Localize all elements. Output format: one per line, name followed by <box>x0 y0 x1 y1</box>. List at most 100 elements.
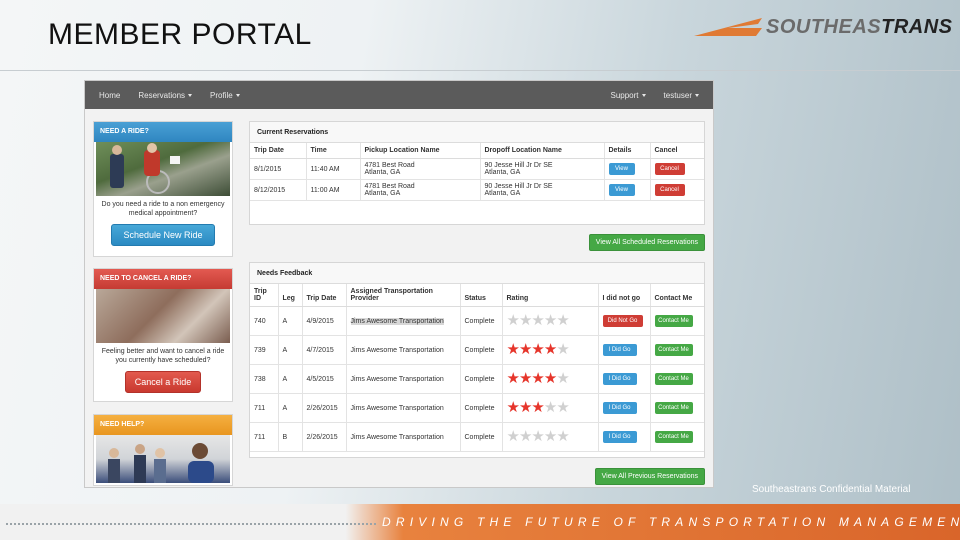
dropoff-address: 90 Jesse Hill Jr Dr SE <box>484 183 553 190</box>
star-icon[interactable]: ★ <box>531 399 544 416</box>
nav-support[interactable]: Support <box>611 91 646 100</box>
schedule-new-ride-button[interactable]: Schedule New Ride <box>111 224 215 246</box>
star-icon[interactable]: ★ <box>556 312 569 329</box>
star-rating[interactable]: ★★★★★ <box>507 341 570 358</box>
contact-cell: Contact Me <box>649 335 704 365</box>
i-did-go-button[interactable]: I Did Go <box>602 431 637 443</box>
view-button[interactable]: View <box>608 163 635 175</box>
footer-tagline: DRIVING THE FUTURE OF TRANSPORTATION MAN… <box>382 515 960 529</box>
provider-cell: Jims Awesome Transportation <box>345 364 460 394</box>
dropoff-cell: 90 Jesse Hill Jr Dr SE Atlanta, GA <box>479 179 604 201</box>
i-did-go-button[interactable]: I Did Go <box>602 344 637 356</box>
provider-cell: Jims Awesome Transportation <box>345 306 460 336</box>
pickup-city: Atlanta, GA <box>364 190 401 197</box>
status-cell: Complete <box>459 335 502 365</box>
star-icon[interactable]: ★ <box>531 341 544 358</box>
view-all-previous-button[interactable]: View All Previous Reservations <box>594 468 705 485</box>
chevron-down-icon <box>641 93 646 97</box>
contact-cell: Contact Me <box>649 364 704 394</box>
details-cell: View <box>603 179 650 201</box>
cancel-ride-text: Feeling better and want to cancel a ride… <box>101 348 225 364</box>
nav-user-menu[interactable]: testuser <box>664 91 699 100</box>
star-icon[interactable]: ★ <box>507 312 520 329</box>
cancel-button[interactable]: Cancel <box>654 163 685 175</box>
column-header: Rating <box>501 284 598 307</box>
i-did-go-button[interactable]: I Did Go <box>602 402 637 414</box>
needs-feedback-panel: Needs Feedback Trip ID Leg Trip Date Ass… <box>249 262 705 458</box>
contact-me-button[interactable]: Contact Me <box>654 431 693 443</box>
star-icon[interactable]: ★ <box>507 370 520 387</box>
column-header: Status <box>459 284 502 307</box>
star-icon[interactable]: ★ <box>544 341 557 358</box>
cancel-cell: Cancel <box>649 179 704 201</box>
trip-date-cell: 8/12/2015 <box>250 179 306 201</box>
star-rating[interactable]: ★★★★★ <box>507 428 570 445</box>
table-header-row: Trip Date Time Pickup Location Name Drop… <box>250 143 704 159</box>
i-did-go-button[interactable]: I Did Go <box>602 373 637 385</box>
status-cell: Complete <box>459 364 502 394</box>
chevron-down-icon <box>695 93 699 97</box>
nav-profile[interactable]: Profile <box>210 91 240 100</box>
star-icon[interactable]: ★ <box>531 312 544 329</box>
column-header: Trip Date <box>301 284 346 307</box>
rating-cell: ★★★★★ <box>501 335 598 365</box>
rating-cell: ★★★★★ <box>501 422 598 452</box>
nav-home[interactable]: Home <box>99 91 120 100</box>
chevron-down-icon <box>235 93 240 97</box>
leg-cell: A <box>277 393 302 423</box>
nav-user-label: testuser <box>663 90 692 100</box>
star-icon[interactable]: ★ <box>556 399 569 416</box>
rating-cell: ★★★★★ <box>501 306 598 336</box>
star-icon[interactable]: ★ <box>507 399 520 416</box>
people-icon <box>108 443 214 483</box>
star-icon[interactable]: ★ <box>544 428 557 445</box>
star-icon[interactable]: ★ <box>556 370 569 387</box>
star-icon[interactable]: ★ <box>544 312 557 329</box>
column-header: Trip Date <box>250 143 306 159</box>
star-icon[interactable]: ★ <box>556 341 569 358</box>
star-icon[interactable]: ★ <box>519 312 532 329</box>
needs-feedback-table: Trip ID Leg Trip Date Assigned Transport… <box>250 284 704 452</box>
contact-me-button[interactable]: Contact Me <box>654 373 693 385</box>
star-icon[interactable]: ★ <box>507 341 520 358</box>
did-not-go-cell: I Did Go <box>597 364 650 394</box>
table-row: 711 B 2/26/2015 Jims Awesome Transportation… <box>250 422 704 452</box>
view-button[interactable]: View <box>608 184 635 196</box>
logo-text: SOUTHEASTRANS <box>766 16 953 39</box>
star-icon[interactable]: ★ <box>519 341 532 358</box>
star-icon[interactable]: ★ <box>556 428 569 445</box>
star-icon[interactable]: ★ <box>544 370 557 387</box>
star-icon[interactable]: ★ <box>531 428 544 445</box>
logo-swoosh-icon <box>694 18 762 36</box>
trip-date-cell: 8/1/2015 <box>250 158 306 180</box>
star-rating[interactable]: ★★★★★ <box>507 370 570 387</box>
contact-me-button[interactable]: Contact Me <box>654 402 693 414</box>
provider-cell: Jims Awesome Transportation <box>345 335 460 365</box>
nav-reservations-label: Reservations <box>138 90 186 100</box>
star-icon[interactable]: ★ <box>544 399 557 416</box>
cancel-a-ride-button[interactable]: Cancel a Ride <box>125 371 201 393</box>
cancel-ride-header: NEED TO CANCEL A RIDE? <box>94 269 232 289</box>
trip-id-cell: 740 <box>250 306 278 336</box>
star-icon[interactable]: ★ <box>507 428 520 445</box>
cancel-button[interactable]: Cancel <box>654 184 685 196</box>
star-icon[interactable]: ★ <box>531 370 544 387</box>
star-icon[interactable]: ★ <box>519 428 532 445</box>
star-rating[interactable]: ★★★★★ <box>507 399 570 416</box>
view-all-scheduled-button[interactable]: View All Scheduled Reservations <box>588 234 705 251</box>
star-icon[interactable]: ★ <box>519 370 532 387</box>
star-rating[interactable]: ★★★★★ <box>507 312 570 329</box>
column-header: Leg <box>277 284 302 307</box>
logo-text-main: SOUTHEAS <box>766 16 882 38</box>
support-team-photo <box>96 435 230 483</box>
did-not-go-button[interactable]: Did Not Go <box>602 315 643 327</box>
star-icon[interactable]: ★ <box>519 399 532 416</box>
pickup-cell: 4781 Best Road Atlanta, GA <box>359 158 480 180</box>
rating-cell: ★★★★★ <box>501 364 598 394</box>
contact-me-button[interactable]: Contact Me <box>654 344 693 356</box>
provider-name: Jims Awesome Transportation <box>350 346 444 354</box>
contact-me-button[interactable]: Contact Me <box>654 315 693 327</box>
nav-reservations[interactable]: Reservations <box>138 90 193 100</box>
provider-name: Jims Awesome Transportation <box>350 433 444 441</box>
table-row: 8/12/2015 11:00 AM 4781 Best Road Atlanta… <box>250 179 704 201</box>
